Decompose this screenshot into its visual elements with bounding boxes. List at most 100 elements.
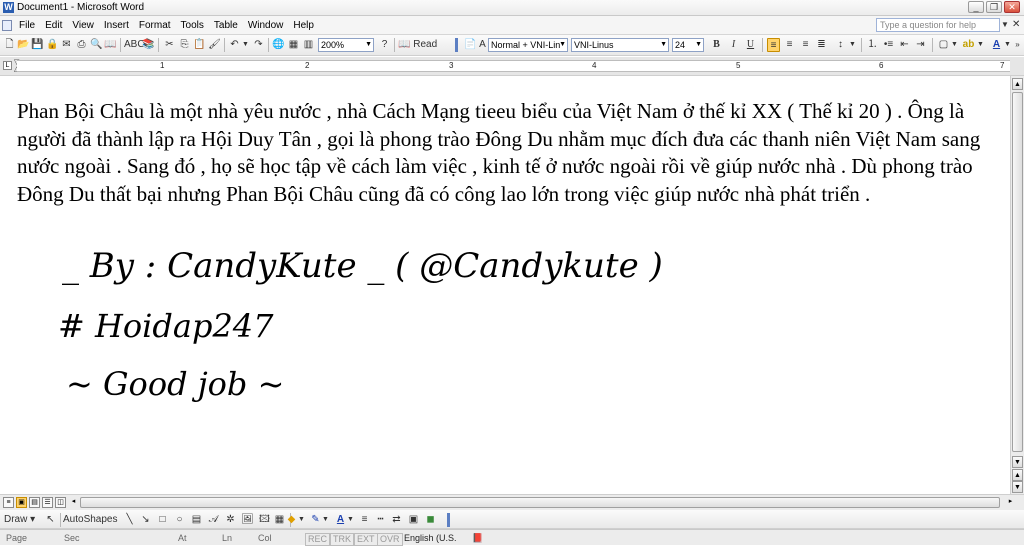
reading-layout-view-icon[interactable]: ◫ [55,497,66,508]
read-button[interactable]: 📖 Read [398,38,440,52]
underline-button[interactable]: U [744,38,757,52]
shadow-style-icon[interactable]: ▣ [407,513,420,527]
highlight-dropdown-icon[interactable]: ▼ [977,38,984,52]
spelling-status-icon[interactable]: 📕 [472,533,483,544]
arrow-icon[interactable]: ↘ [139,513,152,527]
signature-line[interactable]: _ By : CandyKute _ ( @Candykute ) [62,244,663,288]
menu-view[interactable]: View [67,19,99,32]
toolbar-grip[interactable] [447,513,450,527]
dash-style-icon[interactable]: ┅ [374,513,387,527]
outline-view-icon[interactable]: ☰ [42,497,53,508]
bullets-icon[interactable]: •≡ [882,38,895,52]
table-icon[interactable]: ▦ [287,38,300,52]
close-document-icon[interactable]: ✕ [1012,19,1020,30]
oval-icon[interactable]: ○ [173,513,186,527]
borders-icon[interactable]: ▢ [937,38,950,52]
increase-indent-icon[interactable]: ⇥ [914,38,927,52]
status-rec[interactable]: REC [305,533,331,546]
previous-page-icon[interactable]: ▲ [1012,469,1023,481]
paste-icon[interactable]: 📋 [193,38,206,52]
font-color-dropdown-icon[interactable]: ▼ [1004,38,1011,52]
hyperlink-icon[interactable]: 🌐 [272,38,285,52]
help-icon[interactable]: ? [378,38,391,52]
diagram-icon[interactable]: ✲ [224,513,237,527]
fill-color-dropdown-icon[interactable]: ▼ [298,513,305,527]
hashtag-line[interactable]: # Hoidap247 [58,304,274,348]
menu-help[interactable]: Help [288,19,319,32]
line-icon[interactable]: ╲ [123,513,136,527]
save-icon[interactable]: 💾 [31,38,44,52]
menu-insert[interactable]: Insert [99,19,134,32]
web-layout-view-icon[interactable]: ▣ [16,497,27,508]
rectangle-icon[interactable]: □ [156,513,169,527]
bold-button[interactable]: B [710,38,723,52]
decrease-indent-icon[interactable]: ⇤ [898,38,911,52]
menu-format[interactable]: Format [134,19,176,32]
undo-dropdown-icon[interactable]: ▼ [242,38,249,52]
menu-file[interactable]: File [14,19,40,32]
scroll-up-icon[interactable]: ▲ [1012,78,1023,90]
research-book-icon[interactable]: 📚 [142,38,155,52]
minimize-button[interactable]: _ [968,1,984,13]
arrow-style-icon[interactable]: ⇄ [390,513,403,527]
line-color-dropdown-icon[interactable]: ▼ [322,513,329,527]
horizontal-scrollbar[interactable]: ≡ ▣ ▤ ☰ ◫ ◂ ▸ [0,494,1024,510]
status-ovr[interactable]: OVR [377,533,403,546]
vertical-scrollbar[interactable]: ▲ ▼ ▲ ▼ [1010,76,1024,494]
help-search-input[interactable]: Type a question for help [876,18,1000,32]
menu-edit[interactable]: Edit [40,19,67,32]
copy-icon[interactable]: ⎘ [178,38,191,52]
autoshapes-menu-button[interactable]: AutoShapes ▾ [63,513,121,539]
align-right-button[interactable]: ≡ [799,38,812,52]
horizontal-scroll-thumb[interactable] [80,497,1000,508]
document-icon[interactable] [2,20,12,31]
numbering-icon[interactable]: ⒈ [866,38,879,52]
line-color-icon[interactable]: ✎ [309,513,322,527]
zoom-select[interactable]: 200% ▼ [318,38,374,52]
line-spacing-dropdown-icon[interactable]: ▼ [849,38,856,52]
restore-button[interactable]: ❐ [986,1,1002,13]
columns-icon[interactable]: ▥ [302,38,315,52]
font-color-icon[interactable]: A [990,38,1003,52]
toolbar-grip[interactable] [455,38,458,52]
open-folder-icon[interactable]: 📂 [17,38,30,52]
status-language[interactable]: English (U.S. [404,533,457,544]
vertical-scroll-thumb[interactable] [1012,92,1023,452]
spelling-icon[interactable]: ABC [124,38,145,52]
toolbar-options-icon[interactable]: » [1013,38,1022,52]
picture-icon[interactable]: 🖾 [258,513,271,527]
status-trk[interactable]: TRK [330,533,354,546]
email-icon[interactable]: ✉ [60,38,73,52]
font-select[interactable]: VNI-Linus ▼ [571,38,669,52]
align-left-button[interactable]: ≡ [767,38,780,52]
closing-line[interactable]: ~ Good job ~ [66,362,284,406]
normal-view-icon[interactable]: ≡ [3,497,14,508]
print-icon[interactable]: ⎙ [75,38,88,52]
align-center-button[interactable]: ≡ [783,38,796,52]
italic-button[interactable]: I [727,38,740,52]
permission-icon[interactable]: 🔒 [46,38,59,52]
next-page-icon[interactable]: ▼ [1012,481,1023,493]
3d-style-icon[interactable]: ◼ [424,513,437,527]
document-area[interactable]: Phan Bội Châu là một nhà yêu nước , nhà … [0,76,1010,494]
print-preview-icon[interactable]: 🔍 [90,38,103,52]
wordart-icon[interactable]: 𝒜 [207,513,220,527]
line-style-icon[interactable]: ≡ [358,513,371,527]
draw-font-color-dropdown-icon[interactable]: ▼ [347,513,354,527]
scroll-down-icon[interactable]: ▼ [1012,456,1023,468]
tab-stop-selector-icon[interactable]: L [3,61,12,70]
menu-table[interactable]: Table [209,19,243,32]
ruler[interactable]: L ▽△ 1 2 3 4 5 6 7 [0,57,1024,76]
undo-icon[interactable]: ↶ [228,38,241,52]
draw-menu-button[interactable]: Draw ▾ [4,513,44,527]
line-spacing-icon[interactable]: ↕ [834,38,847,52]
highlight-icon[interactable]: ab [962,38,975,52]
scroll-right-icon[interactable]: ▸ [1005,497,1016,508]
draw-font-color-icon[interactable]: A [334,513,347,527]
status-ext[interactable]: EXT [354,533,378,546]
font-size-select[interactable]: 24 ▼ [672,38,704,52]
menu-tools[interactable]: Tools [176,19,209,32]
style-select[interactable]: Normal + VNI-Lin ▼ [488,38,568,52]
close-button[interactable]: ✕ [1004,1,1020,13]
new-document-icon[interactable]: 🗋 [3,38,16,52]
